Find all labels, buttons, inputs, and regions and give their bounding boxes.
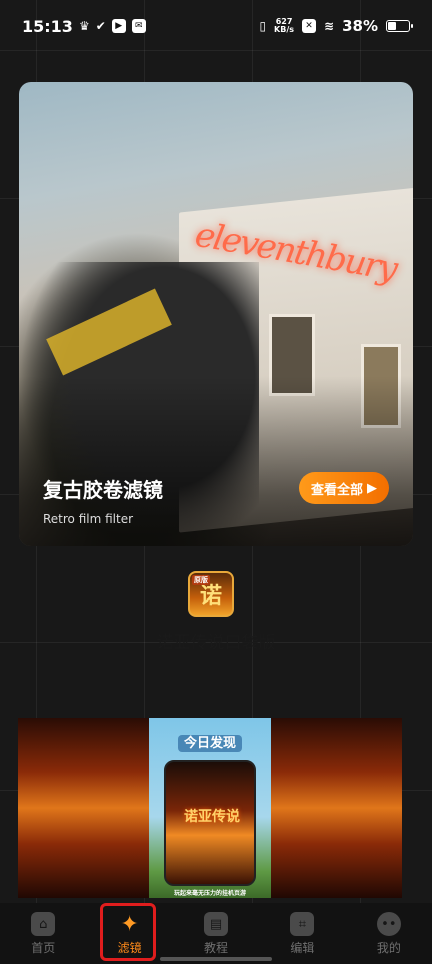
active-tab-highlight (100, 903, 156, 961)
vibrate-icon: ▯ (259, 19, 267, 33)
nav-label-profile: 我的 (376, 941, 401, 955)
card-subtitle: Retro film filter (43, 512, 134, 526)
crown-icon: ♛ (78, 19, 90, 33)
message-app-icon: ✉ (131, 19, 146, 33)
logo-tag: 原版 (192, 575, 210, 585)
play-app-icon: ▶ (111, 19, 126, 33)
sim-off-icon: ✕ (302, 19, 317, 33)
nav-item-home[interactable]: ⌂ 首页 (0, 903, 86, 964)
check-circle-icon: ✔ (95, 19, 106, 33)
status-time: 15:13 (22, 16, 73, 36)
view-all-button[interactable]: 查看全部 ▶ (298, 472, 389, 504)
battery-percent: 38% (342, 17, 378, 35)
play-arrow-icon: ▶ (367, 480, 377, 496)
nav-label-tutorial: 教程 (204, 941, 229, 955)
app-logo[interactable]: 原版 诺 (188, 571, 234, 617)
wifi-icon: ≋ (324, 19, 335, 33)
nav-item-profile[interactable]: •• 我的 (346, 903, 432, 964)
ad-poster: 今日发现 诺亚传说 玩起来毫无压力的挂机页游 (149, 718, 271, 898)
nav-label-home: 首页 (31, 941, 56, 955)
game-ad-banner[interactable]: 今日发现 诺亚传说 玩起来毫无压力的挂机页游 (18, 718, 402, 898)
ad-app-name[interactable]: 诺亚传说口袋版 (0, 628, 432, 653)
card-title: 复古胶卷滤镜 (43, 478, 163, 502)
status-bar: 15:13 ♛ ✔ ▶ ✉ ▯ 627 KB/s ✕ ≋ 38% (0, 0, 432, 52)
poster-caption: 玩起来毫无压力的挂机页游 (173, 890, 246, 897)
network-speed: 627 KB/s (274, 17, 295, 34)
phone-mockup: 诺亚传说 (164, 760, 256, 886)
nav-label-edit: 编辑 (290, 941, 315, 955)
profile-icon: •• (376, 912, 401, 936)
crop-icon: ⌗ (290, 912, 315, 936)
home-icon: ⌂ (31, 912, 56, 936)
bottom-nav: ⌂ 首页 ✦ 滤镜 ▤ 教程 ⌗ 编辑 •• 我的 (0, 903, 432, 964)
view-all-label: 查看全部 (310, 482, 363, 498)
game-title: 诺亚传说 (184, 809, 240, 825)
retro-film-filter-card[interactable]: eleventhbury 复古胶卷滤镜 Retro film filter 查看… (19, 82, 413, 546)
home-indicator (160, 957, 272, 961)
nav-item-edit[interactable]: ⌗ 编辑 (259, 903, 345, 964)
battery-icon (386, 20, 413, 32)
nav-item-tutorial[interactable]: ▤ 教程 (173, 903, 259, 964)
book-icon: ▤ (204, 912, 229, 936)
poster-title: 今日发现 (149, 732, 271, 752)
